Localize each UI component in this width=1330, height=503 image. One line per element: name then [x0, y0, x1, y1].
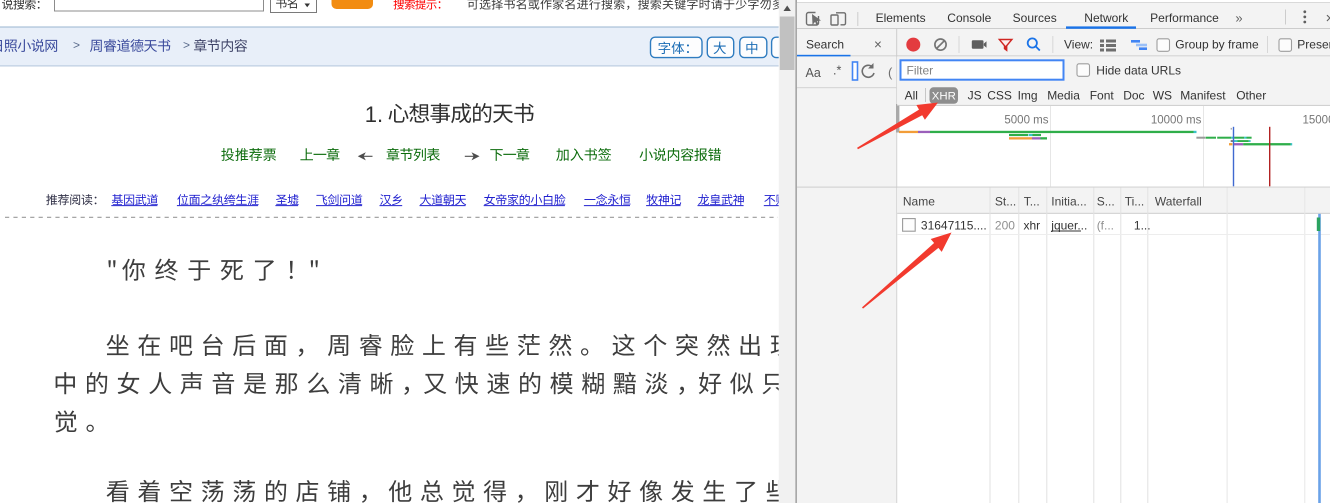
- svg-text:×: ×: [874, 37, 882, 52]
- svg-text:XHR: XHR: [932, 90, 956, 102]
- svg-text:1.: 1.: [365, 102, 383, 127]
- svg-text:1...: 1...: [1134, 218, 1151, 232]
- svg-text:200: 200: [995, 218, 1015, 232]
- svg-text:(: (: [888, 65, 893, 80]
- svg-text:JS: JS: [968, 89, 982, 103]
- svg-text:(f...: (f...: [1097, 218, 1114, 232]
- svg-text:Elements: Elements: [876, 11, 926, 25]
- svg-text:»: »: [1235, 10, 1242, 25]
- svg-text:Search: Search: [806, 37, 844, 51]
- svg-text:Other: Other: [1236, 89, 1266, 103]
- svg-text:S...: S...: [1097, 195, 1115, 209]
- svg-text:31647115....: 31647115....: [921, 218, 987, 232]
- svg-text:WS: WS: [1153, 89, 1172, 103]
- svg-text:Console: Console: [947, 11, 991, 25]
- svg-text:xhr: xhr: [1024, 218, 1041, 232]
- svg-text:Sources: Sources: [1013, 11, 1057, 25]
- svg-text:jquer...: jquer...: [1050, 218, 1087, 232]
- svg-text:Filter: Filter: [907, 63, 934, 77]
- svg-text:Performance: Performance: [1150, 11, 1219, 25]
- svg-text:Group by frame: Group by frame: [1175, 37, 1259, 51]
- svg-text:×: ×: [1326, 10, 1330, 27]
- svg-text:Doc: Doc: [1123, 89, 1144, 103]
- svg-text:Img: Img: [1018, 89, 1038, 103]
- svg-text:View:: View:: [1064, 37, 1093, 51]
- svg-text:Name: Name: [903, 195, 935, 209]
- svg-text:Font: Font: [1090, 89, 1115, 103]
- svg-text:5000 ms: 5000 ms: [1004, 114, 1048, 126]
- svg-text:Initia...: Initia...: [1051, 195, 1086, 209]
- svg-text:Waterfall: Waterfall: [1155, 195, 1202, 209]
- svg-text:Aa: Aa: [806, 66, 821, 80]
- svg-text:St...: St...: [995, 195, 1016, 209]
- svg-text:CSS: CSS: [987, 89, 1012, 103]
- svg-text:.*: .*: [833, 64, 841, 78]
- svg-text:Media: Media: [1047, 89, 1080, 103]
- svg-text:Hide data URLs: Hide data URLs: [1096, 63, 1181, 77]
- svg-text:15000 ms: 15000 ms: [1302, 114, 1330, 126]
- svg-text:Network: Network: [1084, 11, 1129, 25]
- svg-text:10000 ms: 10000 ms: [1151, 114, 1202, 126]
- svg-text:All: All: [905, 89, 918, 103]
- svg-text:Preserve log: Preserve log: [1297, 37, 1330, 51]
- svg-text:>: >: [183, 38, 190, 52]
- svg-text:T...: T...: [1024, 195, 1040, 209]
- svg-text:Manifest: Manifest: [1180, 89, 1226, 103]
- svg-text:Ti...: Ti...: [1125, 195, 1145, 209]
- svg-text:>: >: [73, 38, 80, 52]
